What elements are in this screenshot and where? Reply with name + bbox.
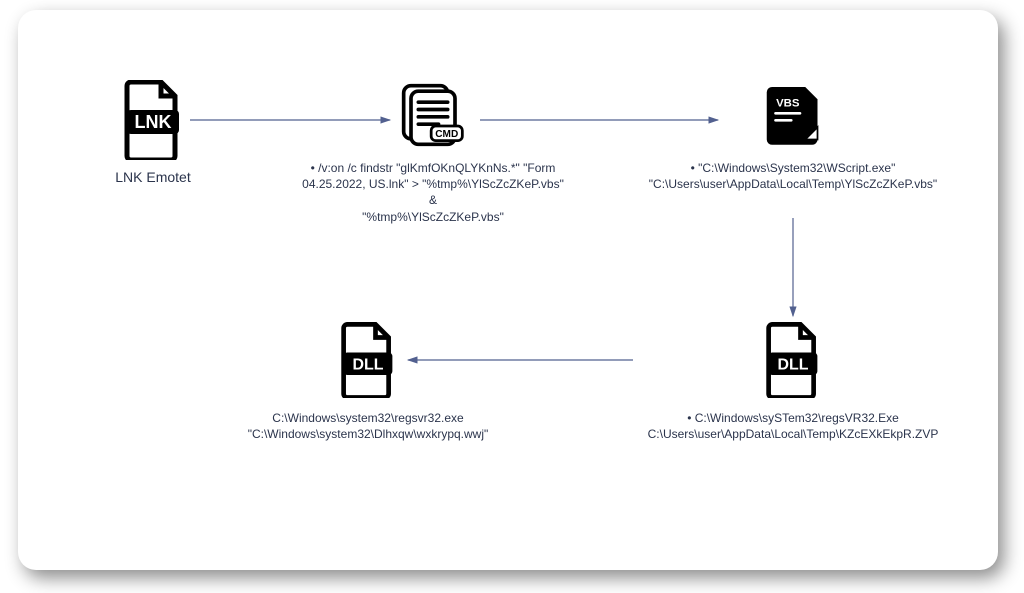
node-dll-regsvr-final: DLL C:\Windows\system32\regsvr32.exe "C:… xyxy=(228,320,508,442)
file-cmd-icon: CMD xyxy=(398,80,468,150)
file-lnk-icon: LNK xyxy=(113,80,193,160)
lnk-caption: LNK Emotet xyxy=(115,168,190,187)
node-lnk: LNK LNK Emotet xyxy=(78,80,228,187)
node-dll-regsvr-first: DLL • C:\Windows\sySTem32\regsVR32.Exe C… xyxy=(638,320,948,442)
dll1-caption: • C:\Windows\sySTem32\regsVR32.Exe C:\Us… xyxy=(648,410,939,442)
file-vbs-icon: VBS xyxy=(758,80,828,150)
file-dll-icon: DLL xyxy=(753,320,833,400)
dll2-badge-text: DLL xyxy=(353,356,384,373)
cmd-badge-text: CMD xyxy=(435,129,458,140)
file-dll-icon: DLL xyxy=(328,320,408,400)
dll2-caption: C:\Windows\system32\regsvr32.exe "C:\Win… xyxy=(248,410,489,442)
lnk-badge-text: LNK xyxy=(135,112,172,132)
diagram-card: LNK LNK Emotet CMD • /v:on /c findstr "g… xyxy=(18,10,998,570)
cmd-caption: • /v:on /c findstr "glKmfOKnQLYKnNs.*" "… xyxy=(298,160,568,225)
vbs-badge-text: VBS xyxy=(776,97,800,109)
dll1-badge-text: DLL xyxy=(778,356,809,373)
vbs-caption: • "C:\Windows\System32\WScript.exe" "C:\… xyxy=(649,160,937,192)
node-cmd: CMD • /v:on /c findstr "glKmfOKnQLYKnNs.… xyxy=(298,80,568,225)
node-vbs: VBS • "C:\Windows\System32\WScript.exe" … xyxy=(638,80,948,192)
